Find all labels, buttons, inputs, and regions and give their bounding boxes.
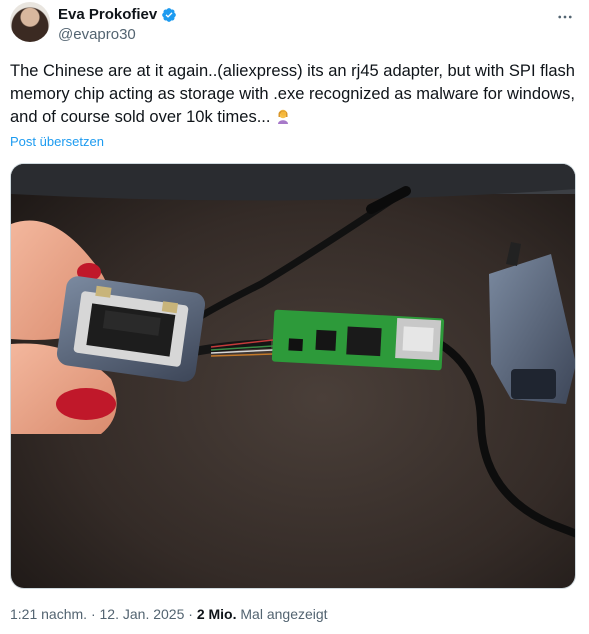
tweet-meta: 1:21 nachm. · 12. Jan. 2025 · 2 Mio. Mal… — [10, 606, 328, 622]
woman-facepalming-emoji-icon — [275, 108, 291, 124]
translate-post-link[interactable]: Post übersetzen — [10, 134, 104, 149]
avatar[interactable] — [10, 2, 50, 42]
more-horizontal-icon[interactable] — [556, 8, 574, 31]
tweet-time[interactable]: 1:21 nachm. — [10, 606, 87, 622]
views-count: 2 Mio. — [196, 606, 237, 622]
views-label: Mal angezeigt — [236, 606, 328, 622]
tweet-date[interactable]: 12. Jan. 2025 — [100, 606, 185, 622]
tweet-header: Eva Prokofiev @evapro30 — [10, 2, 582, 50]
separator: · — [87, 606, 100, 622]
tweet-text: The Chinese are at it again..(aliexpress… — [10, 60, 580, 129]
tweet-body: The Chinese are at it again..(aliexpress… — [10, 62, 580, 126]
verified-badge-icon — [161, 7, 177, 23]
author-name[interactable]: Eva Prokofiev — [58, 6, 157, 23]
separator: · — [184, 606, 197, 622]
photo-image — [11, 164, 575, 588]
author-row: Eva Prokofiev — [58, 6, 177, 23]
author-handle[interactable]: @evapro30 — [58, 26, 136, 43]
tweet-photo[interactable] — [10, 163, 576, 589]
